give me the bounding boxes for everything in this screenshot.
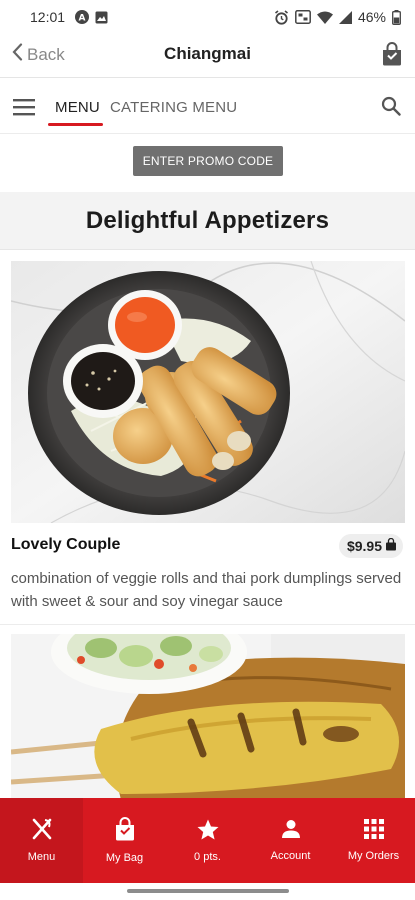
app-a-icon: A xyxy=(75,10,90,24)
section-header: Delightful Appetizers xyxy=(0,192,415,250)
status-time: 12:01 xyxy=(30,9,66,25)
signal-icon xyxy=(338,10,352,24)
status-bar: 12:01 A 46% xyxy=(0,0,415,34)
nav-account[interactable]: Account xyxy=(249,798,332,883)
active-tab-indicator xyxy=(48,123,103,126)
add-to-bag-icon xyxy=(385,537,397,554)
item-price: $9.95 xyxy=(346,538,382,554)
nav-account-label: Account xyxy=(270,850,311,862)
enter-promo-code-button[interactable]: ENTER PROMO CODE xyxy=(133,146,283,176)
shopping-bag-icon xyxy=(114,817,136,844)
tab-menu[interactable]: MENU xyxy=(55,99,100,116)
gallery-icon xyxy=(95,11,108,24)
nav-orders-label: My Orders xyxy=(347,850,400,862)
nfc-icon xyxy=(295,10,311,24)
nav-menu[interactable]: Menu xyxy=(0,798,83,883)
bottom-navigation: Menu My Bag 0 pts. Account My Orders xyxy=(0,798,415,883)
nav-points-label: 0 pts. xyxy=(194,850,221,863)
price-badge[interactable]: $9.95 xyxy=(338,534,403,558)
page-title: Chiangmai xyxy=(164,44,251,63)
home-indicator[interactable] xyxy=(127,889,289,893)
app-header: Back Chiangmai xyxy=(0,34,415,78)
battery-percent: 46% xyxy=(357,9,386,25)
item-divider xyxy=(0,624,415,625)
menu-item-description: combination of veggie rolls and thai por… xyxy=(11,570,402,610)
search-icon[interactable] xyxy=(381,96,401,121)
menu-item-image[interactable] xyxy=(11,261,405,523)
menu-item-name[interactable]: Lovely Couple xyxy=(11,536,120,554)
menu-tab-bar: MENU CATERING MENU xyxy=(0,82,415,134)
section-title: Delightful Appetizers xyxy=(85,206,330,234)
star-icon xyxy=(197,819,219,843)
tab-catering-menu[interactable]: CATERING MENU xyxy=(110,99,237,116)
shopping-bag-icon[interactable] xyxy=(381,42,403,71)
svg-text:A: A xyxy=(79,14,86,24)
hamburger-menu-icon[interactable] xyxy=(13,98,35,121)
nav-menu-label: Menu xyxy=(27,851,56,863)
person-icon xyxy=(281,819,301,842)
alarm-icon xyxy=(274,9,289,25)
nav-bag-label: My Bag xyxy=(105,852,144,864)
wifi-icon xyxy=(316,11,333,24)
nav-my-bag[interactable]: My Bag xyxy=(83,798,166,883)
grid-icon xyxy=(363,819,384,842)
nav-points[interactable]: 0 pts. xyxy=(166,798,249,883)
nav-my-orders[interactable]: My Orders xyxy=(332,798,415,883)
fork-knife-icon xyxy=(31,818,53,843)
battery-icon xyxy=(392,9,401,25)
menu-item-image[interactable] xyxy=(11,634,405,800)
